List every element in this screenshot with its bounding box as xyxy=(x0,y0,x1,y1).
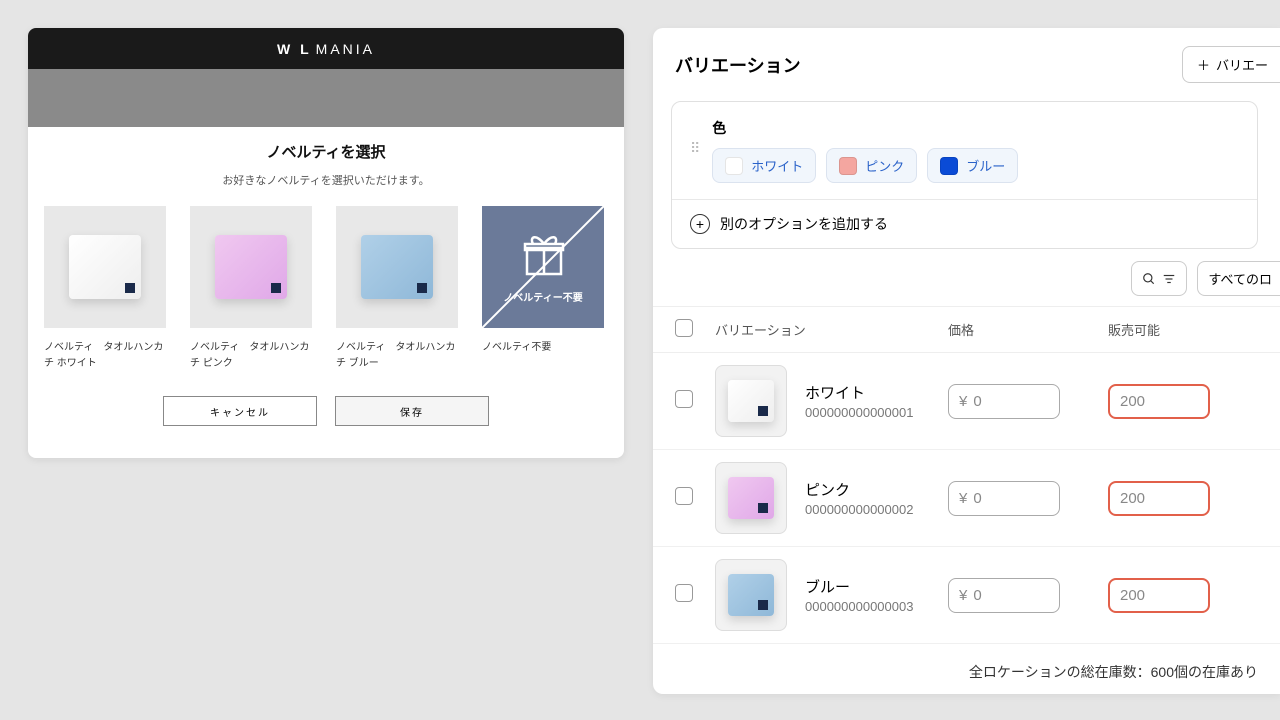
col-stock: 販売可能 xyxy=(1108,320,1258,339)
novelty-title: ノベルティを選択 xyxy=(28,127,624,172)
gray-band xyxy=(28,69,624,127)
stock-input[interactable]: 200 xyxy=(1108,578,1210,613)
novelty-grid: ノベルティ タオルハンカチ ホワイト ノベルティ タオルハンカチ ピンク ノベル… xyxy=(28,206,624,372)
variation-row-blue: ブルー000000000000003 ¥0 200 xyxy=(653,547,1280,644)
variation-table-head: バリエーション 価格 販売可能 xyxy=(653,306,1280,353)
row-checkbox[interactable] xyxy=(675,487,693,505)
color-option-label: 色 xyxy=(712,118,1239,138)
col-price: 価格 xyxy=(948,320,1108,339)
col-variation: バリエーション xyxy=(715,320,948,339)
stock-input[interactable]: 200 xyxy=(1108,481,1210,516)
swatch-white-icon xyxy=(725,157,743,175)
chip-white[interactable]: ホワイト xyxy=(712,148,816,183)
novelty-option-pink[interactable]: ノベルティ タオルハンカチ ピンク xyxy=(190,206,312,372)
option-color-box: ⠿ 色 ホワイト ピンク ブルー + 別のオプションを追加する xyxy=(671,101,1258,249)
row-checkbox[interactable] xyxy=(675,584,693,602)
variation-thumb[interactable] xyxy=(715,462,787,534)
novelty-option-none[interactable]: ノベルティー不要 ノベルティ不要 xyxy=(482,206,604,372)
price-input[interactable]: ¥0 xyxy=(948,481,1060,516)
novelty-modal: W LMANIA ノベルティを選択 お好きなノベルティを選択いただけます。 ノベ… xyxy=(28,28,624,458)
row-checkbox[interactable] xyxy=(675,390,693,408)
save-button[interactable]: 保存 xyxy=(335,396,489,426)
location-filter-button[interactable]: すべてのロ xyxy=(1197,261,1280,296)
variation-heading: バリエーション xyxy=(675,52,801,78)
variation-row-white: ホワイト000000000000001 ¥0 200 xyxy=(653,353,1280,450)
price-input[interactable]: ¥0 xyxy=(948,384,1060,419)
filter-icon xyxy=(1162,272,1176,286)
brand-bar: W LMANIA xyxy=(28,28,624,69)
add-variation-button[interactable]: ＋バリエー xyxy=(1182,46,1280,83)
plus-circle-icon: + xyxy=(690,214,710,234)
swatch-pink-icon xyxy=(839,157,857,175)
select-all-checkbox[interactable] xyxy=(675,319,693,337)
variation-thumb[interactable] xyxy=(715,559,787,631)
drag-handle-icon[interactable]: ⠿ xyxy=(690,140,700,157)
variation-row-pink: ピンク000000000000002 ¥0 200 xyxy=(653,450,1280,547)
no-gift-label: ノベルティー不要 xyxy=(482,289,604,304)
price-input[interactable]: ¥0 xyxy=(948,578,1060,613)
swatch-blue-icon xyxy=(940,157,958,175)
variation-thumb[interactable] xyxy=(715,365,787,437)
plus-icon: ＋ xyxy=(1197,55,1210,74)
novelty-option-blue[interactable]: ノベルティ タオルハンカチ ブルー xyxy=(336,206,458,372)
variation-panel: バリエーション ＋バリエー ⠿ 色 ホワイト ピンク ブルー + 別のオプション… xyxy=(653,28,1280,694)
search-filter-button[interactable] xyxy=(1131,261,1187,296)
chip-blue[interactable]: ブルー xyxy=(927,148,1018,183)
novelty-subtitle: お好きなノベルティを選択いただけます。 xyxy=(28,172,624,188)
cancel-button[interactable]: キャンセル xyxy=(163,396,317,426)
search-icon xyxy=(1142,272,1156,286)
add-option-button[interactable]: + 別のオプションを追加する xyxy=(672,199,1257,248)
stock-input[interactable]: 200 xyxy=(1108,384,1210,419)
novelty-option-white[interactable]: ノベルティ タオルハンカチ ホワイト xyxy=(44,206,166,372)
chip-pink[interactable]: ピンク xyxy=(826,148,917,183)
total-stock-text: 全ロケーションの総在庫数：600個の在庫あり xyxy=(653,644,1280,700)
